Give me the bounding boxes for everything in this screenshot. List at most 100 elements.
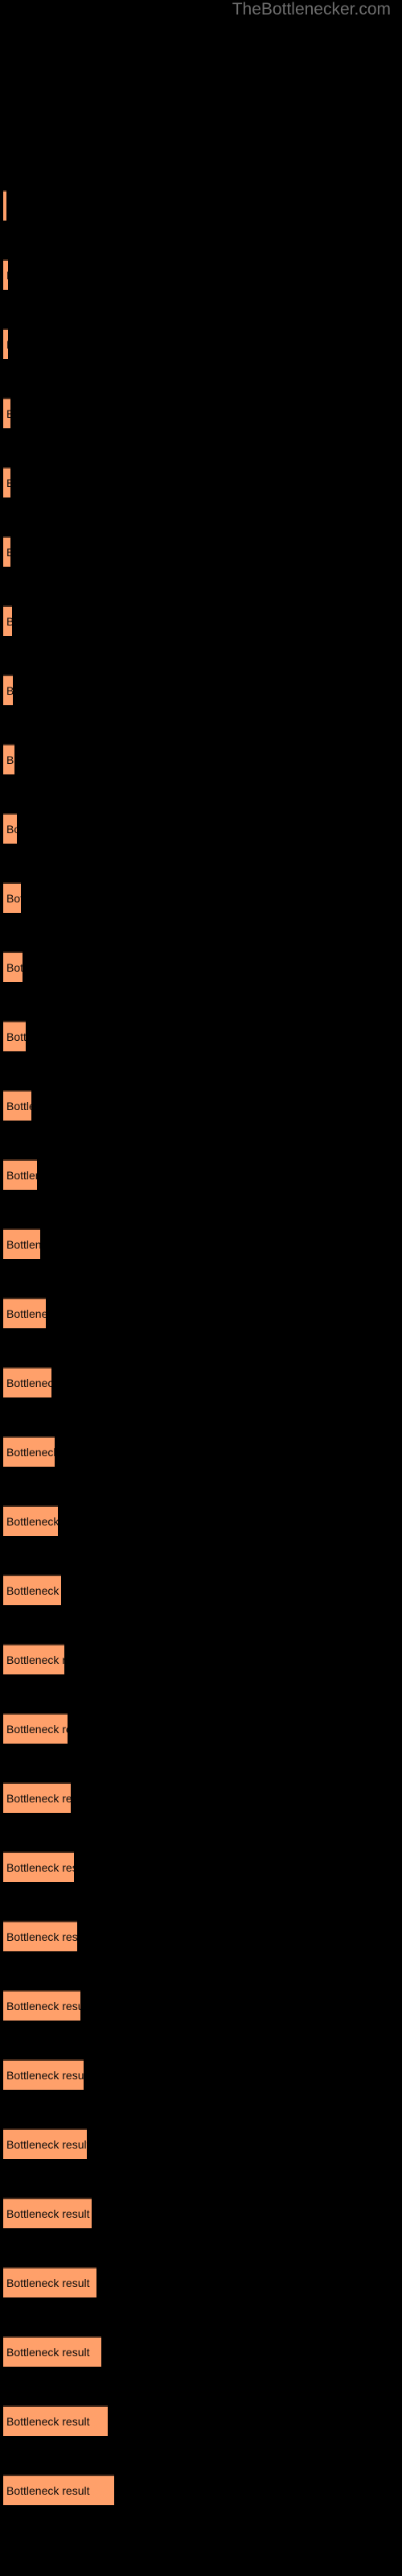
bar-label: Bottleneck result [6,1861,74,1874]
bar-row: Bottleneck result [0,1644,402,1674]
bar-row: Bottleneck result [0,1436,402,1467]
bar-row: Bottleneck result [0,536,402,567]
bar-row: Bottleneck result [0,744,402,774]
bar-label: Bottleneck result [6,407,10,420]
chart-bar[interactable]: Bottleneck result [3,536,10,567]
bar-row: Bottleneck result [0,259,402,290]
bar-row: Bottleneck result [0,190,402,221]
bar-row: Bottleneck result [0,1298,402,1328]
chart-bar[interactable]: Bottleneck result [3,1852,74,1882]
chart-bar[interactable]: Bottleneck result [3,259,8,290]
bar-row: Bottleneck result [0,1367,402,1397]
chart-bar[interactable]: Bottleneck result [3,2128,87,2159]
chart-bar[interactable]: Bottleneck result [3,2059,84,2090]
bar-row: Bottleneck result [0,1228,402,1259]
bar-label: Bottleneck result [6,1446,55,1459]
bar-row: Bottleneck result [0,467,402,497]
bar-label: Bottleneck result [6,684,13,697]
bar-row: Bottleneck result [0,2198,402,2228]
bar-row: Bottleneck result [0,1159,402,1190]
chart-bar[interactable]: Bottleneck result [3,398,10,428]
bar-label: Bottleneck result [6,1930,77,1943]
bar-row: Bottleneck result [0,1505,402,1536]
bar-label: Bottleneck result [6,477,10,489]
bar-label: Bottleneck result [6,2138,87,2151]
bar-row: Bottleneck result [0,605,402,636]
bottleneck-bar-chart: Bottleneck result Bottleneck result Bottle… [0,0,402,2576]
bar-label: Bottleneck result [6,1030,26,1043]
bar-label: Bottleneck result [6,615,12,628]
chart-bar[interactable]: Bottleneck result [3,2267,96,2297]
chart-bar[interactable]: Bottleneck result [3,1021,26,1051]
bar-row: Bottleneck result [0,398,402,428]
bar-label: Bottleneck result [6,1169,37,1182]
bar-row: Bottleneck result [0,2059,402,2090]
bar-row: Bottleneck result [0,813,402,844]
bar-label: Bottleneck result [6,1100,31,1113]
chart-bar[interactable]: Bottleneck result [3,1921,77,1951]
chart-bar[interactable]: Bottleneck result [3,1575,61,1605]
bar-label: Bottleneck result [6,2207,90,2220]
bar-row: Bottleneck result [0,1990,402,2021]
bar-label: Bottleneck result [6,1307,46,1320]
chart-bar[interactable]: Bottleneck result [3,952,23,982]
bar-row: Bottleneck result [0,1090,402,1121]
bar-label: Bottleneck result [6,2277,90,2289]
chart-bar[interactable]: Bottleneck result [3,1505,58,1536]
bar-label: Bottleneck result [6,961,23,974]
bar-row: Bottleneck result [0,328,402,359]
bar-row: Bottleneck result [0,1713,402,1744]
bar-row: Bottleneck result [0,1852,402,1882]
bar-label: Bottleneck result [6,823,17,836]
chart-bar[interactable]: Bottleneck result [3,1159,37,1190]
chart-bar[interactable]: Bottleneck result [3,190,6,221]
bar-label: Bottleneck result [6,1238,40,1251]
chart-bar[interactable]: Bottleneck result [3,1713,68,1744]
chart-bar[interactable]: Bottleneck result [3,1367,51,1397]
bar-row: Bottleneck result [0,952,402,982]
bar-label: Bottleneck result [6,1377,51,1389]
bar-label: Bottleneck result [6,546,10,559]
bar-row: Bottleneck result [0,1575,402,1605]
chart-bar[interactable]: Bottleneck result [3,1090,31,1121]
chart-bar[interactable]: Bottleneck result [3,744,14,774]
bar-row: Bottleneck result [0,1921,402,1951]
bar-label: Bottleneck result [6,2484,90,2497]
chart-bar[interactable]: Bottleneck result [3,328,8,359]
chart-bar[interactable]: Bottleneck result [3,2475,114,2505]
bar-label: Bottleneck result [6,1653,64,1666]
chart-bar[interactable]: Bottleneck result [3,2405,108,2436]
chart-bar[interactable]: Bottleneck result [3,675,13,705]
bar-label: Bottleneck result [6,1723,68,1736]
bar-row: Bottleneck result [0,1021,402,1051]
chart-bar[interactable]: Bottleneck result [3,1228,40,1259]
bar-label: Bottleneck result [6,892,21,905]
chart-bar[interactable]: Bottleneck result [3,1782,71,1813]
chart-bar[interactable]: Bottleneck result [3,467,10,497]
bar-label: Bottleneck result [6,1584,61,1597]
chart-bar[interactable]: Bottleneck result [3,1298,46,1328]
bar-row: Bottleneck result [0,2336,402,2367]
chart-bar[interactable]: Bottleneck result [3,2336,101,2367]
bar-row: Bottleneck result [0,2267,402,2297]
chart-bar[interactable]: Bottleneck result [3,1644,64,1674]
bar-row: Bottleneck result [0,2475,402,2505]
bar-label: Bottleneck result [6,2069,84,2082]
bar-label: Bottleneck result [6,2346,90,2359]
bar-row: Bottleneck result [0,882,402,913]
bar-label: Bottleneck result [6,2000,80,2013]
chart-bar[interactable]: Bottleneck result [3,605,12,636]
chart-bar[interactable]: Bottleneck result [3,2198,92,2228]
chart-bar[interactable]: Bottleneck result [3,882,21,913]
bar-row: Bottleneck result [0,2405,402,2436]
chart-bar[interactable]: Bottleneck result [3,1990,80,2021]
chart-bar[interactable]: Bottleneck result [3,1436,55,1467]
bar-row: Bottleneck result [0,675,402,705]
bar-label: Bottleneck result [6,1792,71,1805]
bar-row: Bottleneck result [0,1782,402,1813]
bar-label: Bottleneck result [6,2415,90,2428]
bar-label: Bottleneck result [6,1515,58,1528]
bar-label: Bottleneck result [6,338,8,351]
chart-bar[interactable]: Bottleneck result [3,813,17,844]
bar-row: Bottleneck result [0,2128,402,2159]
